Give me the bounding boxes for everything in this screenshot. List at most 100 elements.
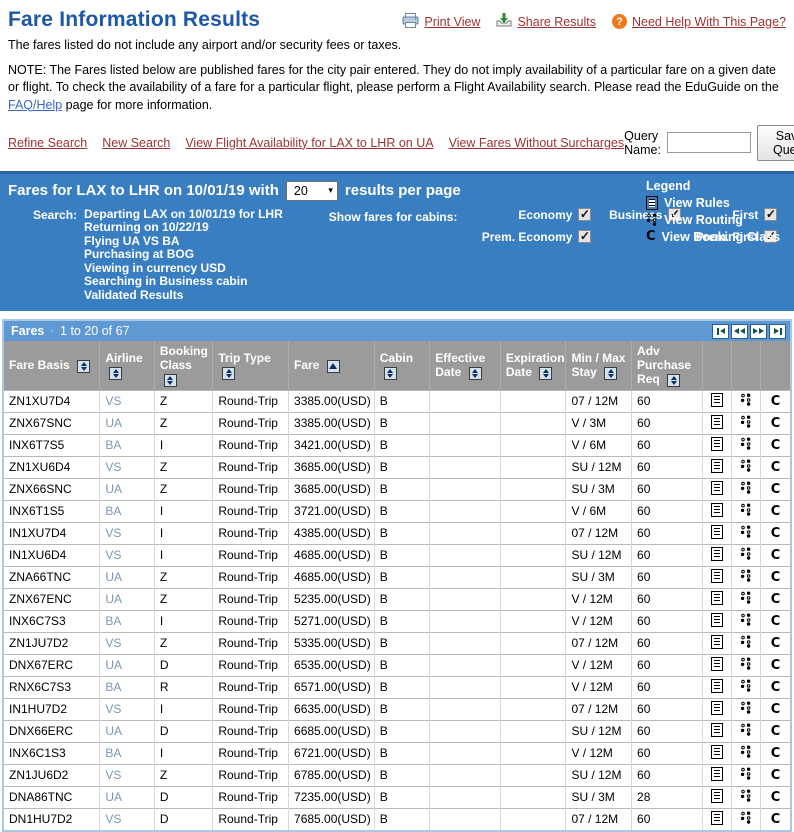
view-routing-icon[interactable] <box>740 459 752 472</box>
view-rules-icon[interactable] <box>710 568 723 583</box>
view-rules-icon[interactable] <box>710 546 723 561</box>
view-routing-icon[interactable] <box>740 635 752 648</box>
view-booking-class-icon[interactable]: C <box>771 769 781 782</box>
view-routing-icon[interactable] <box>740 591 752 604</box>
last-page-button[interactable] <box>769 323 786 339</box>
view-booking-class-icon[interactable]: C <box>771 505 781 518</box>
results-per-page-select[interactable]: 20 ▾ <box>285 180 338 201</box>
view-rules-icon[interactable] <box>710 502 723 517</box>
view-routing-icon[interactable] <box>740 789 752 802</box>
sort-both-icon[interactable] <box>667 373 681 387</box>
view-booking-class-icon[interactable]: C <box>771 417 781 430</box>
airline-link[interactable]: VS <box>105 636 121 650</box>
sort-both-icon[interactable] <box>77 359 91 373</box>
airline-link[interactable]: VS <box>105 812 121 826</box>
view-booking-class-icon[interactable]: C <box>771 483 781 496</box>
save-query-button[interactable]: Save Query <box>756 124 794 161</box>
prem-economy-checkbox[interactable]: ✓ <box>578 230 592 244</box>
view-routing-icon[interactable] <box>740 657 752 670</box>
view-rules-icon[interactable] <box>710 722 723 737</box>
view-booking-class-icon[interactable]: C <box>771 747 781 760</box>
airline-link[interactable]: VS <box>105 394 121 408</box>
airline-link[interactable]: BA <box>105 680 121 694</box>
sort-both-icon[interactable] <box>604 366 618 380</box>
view-rules-icon[interactable] <box>710 700 723 715</box>
view-rules-icon-legend[interactable] <box>646 195 658 210</box>
view-rules-icon[interactable] <box>710 656 723 671</box>
view-booking-class-icon[interactable]: C <box>771 439 781 452</box>
view-rules-icon[interactable] <box>710 612 723 627</box>
view-rules-icon[interactable] <box>710 678 723 693</box>
expiration-date-column-header[interactable]: Expiration Date <box>500 341 567 391</box>
fare-basis-column-header[interactable]: Fare Basis <box>4 341 101 391</box>
sort-both-icon[interactable] <box>222 366 236 380</box>
view-routing-icon[interactable] <box>740 723 752 736</box>
view-booking-class-icon[interactable]: C <box>771 791 781 804</box>
view-booking-class-icon[interactable]: C <box>771 681 781 694</box>
airline-link[interactable]: UA <box>105 570 122 584</box>
faq-help-link[interactable]: FAQ/Help <box>8 98 62 112</box>
view-rules-icon[interactable] <box>710 414 723 429</box>
view-routing-icon[interactable] <box>740 525 752 538</box>
next-page-button[interactable] <box>750 323 767 339</box>
airline-link[interactable]: BA <box>105 614 121 628</box>
effective-date-column-header[interactable]: Effective Date <box>429 341 501 391</box>
first-page-button[interactable] <box>712 323 729 339</box>
airline-link[interactable]: VS <box>105 702 121 716</box>
view-booking-class-icon[interactable]: C <box>771 615 781 628</box>
view-booking-class-icon[interactable]: C <box>771 395 781 408</box>
airline-link[interactable]: UA <box>105 658 122 672</box>
view-booking-class-icon[interactable]: C <box>771 813 781 826</box>
sort-ascending-icon[interactable] <box>326 359 340 373</box>
view-fares-without-surcharges-link[interactable]: View Fares Without Surcharges <box>449 136 625 150</box>
query-name-input[interactable] <box>666 132 751 154</box>
booking-class-column-header[interactable]: Booking Class <box>154 341 214 391</box>
airline-link[interactable]: BA <box>105 504 121 518</box>
view-rules-icon[interactable] <box>710 634 723 649</box>
sort-both-icon[interactable] <box>539 366 553 380</box>
airline-link[interactable]: VS <box>105 768 121 782</box>
previous-page-button[interactable] <box>731 323 748 339</box>
view-routing-icon[interactable] <box>740 701 752 714</box>
view-booking-class-icon[interactable]: C <box>771 703 781 716</box>
view-rules-icon[interactable] <box>710 788 723 803</box>
sort-both-icon[interactable] <box>383 366 397 380</box>
view-rules-icon[interactable] <box>710 436 723 451</box>
airline-link[interactable]: VS <box>105 526 121 540</box>
view-routing-icon[interactable] <box>740 437 752 450</box>
view-routing-icon[interactable] <box>740 679 752 692</box>
view-routing-icon[interactable] <box>740 415 752 428</box>
refine-search-link[interactable]: Refine Search <box>8 136 87 150</box>
economy-checkbox[interactable]: ✓ <box>578 208 592 222</box>
airline-link[interactable]: UA <box>105 482 122 496</box>
view-rules-icon[interactable] <box>710 480 723 495</box>
view-booking-class-icon-legend[interactable]: C <box>646 230 656 243</box>
view-rules-icon[interactable] <box>710 744 723 759</box>
trip-type-column-header[interactable]: Trip Type <box>212 341 290 391</box>
view-booking-class-icon[interactable]: C <box>771 549 781 562</box>
fare-column-header[interactable]: Fare <box>288 341 375 391</box>
view-rules-icon[interactable] <box>710 524 723 539</box>
adv-purchase-req-column-header[interactable]: Adv Purchase Req <box>631 341 703 391</box>
sort-both-icon[interactable] <box>163 373 177 387</box>
view-booking-class-icon[interactable]: C <box>771 725 781 738</box>
need-help-link[interactable]: Need Help With This Page? <box>632 15 786 29</box>
view-rules-icon[interactable] <box>710 810 723 825</box>
view-rules-icon[interactable] <box>710 766 723 781</box>
airline-link[interactable]: UA <box>105 416 122 430</box>
view-booking-class-icon[interactable]: C <box>771 637 781 650</box>
view-booking-class-icon[interactable]: C <box>771 461 781 474</box>
airline-link[interactable]: BA <box>105 746 121 760</box>
view-routing-icon[interactable] <box>740 569 752 582</box>
airline-link[interactable]: UA <box>105 592 122 606</box>
view-booking-class-icon[interactable]: C <box>771 527 781 540</box>
airline-link[interactable]: VS <box>105 460 121 474</box>
airline-link[interactable]: UA <box>105 724 122 738</box>
view-flight-availability-for-lax-to-lhr-on-ua-link[interactable]: View Flight Availability for LAX to LHR … <box>185 136 433 150</box>
airline-link[interactable]: UA <box>105 790 122 804</box>
view-routing-icon[interactable] <box>740 503 752 516</box>
sort-both-icon[interactable] <box>109 366 123 380</box>
view-routing-icon-legend[interactable] <box>646 213 658 226</box>
print-view-link[interactable]: Print View <box>424 15 480 29</box>
view-routing-icon[interactable] <box>740 811 752 824</box>
